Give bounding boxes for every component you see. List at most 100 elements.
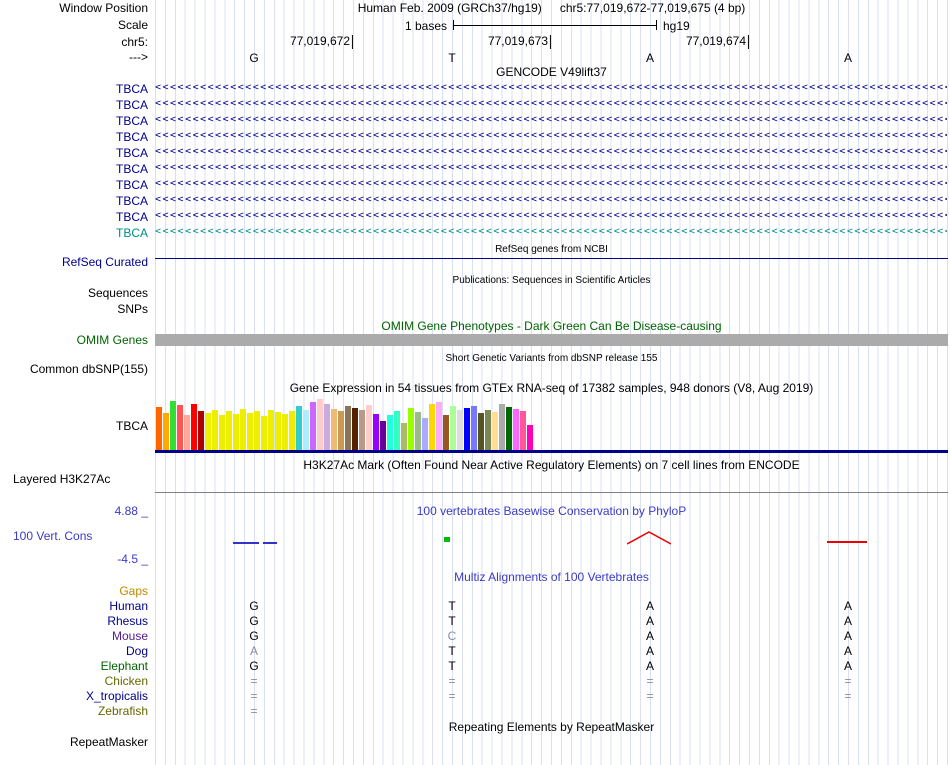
gtex-title[interactable]: Gene Expression in 54 tissues from GTEx … [155,382,948,395]
gtex-gene-label[interactable]: TBCA [0,420,152,433]
gtex-tissue-bar[interactable] [443,415,449,451]
h3k27ac-title[interactable]: H3K27Ac Mark (Often Found Near Active Re… [155,459,948,472]
gtex-tissue-bar[interactable] [506,407,512,451]
gtex-tissue-bar[interactable] [247,413,253,451]
gtex-tissue-bar[interactable] [282,414,288,451]
transcript-arrow-line[interactable]: <<<<<<<<<<<<<<<<<<<<<<<<<<<<<<<<<<<<<<<<… [155,80,947,96]
dbsnp-title[interactable]: Short Genetic Variants from dbSNP releas… [155,352,948,365]
gtex-tissue-bar[interactable] [338,411,344,451]
multiz-title[interactable]: Multiz Alignments of 100 Vertebrates [155,571,948,584]
gtex-tissue-bar[interactable] [471,406,477,451]
gtex-bar-chart[interactable] [156,399,949,451]
transcript-arrow-line[interactable]: <<<<<<<<<<<<<<<<<<<<<<<<<<<<<<<<<<<<<<<<… [155,160,947,176]
gencode-transcript-row[interactable]: TBCA <<<<<<<<<<<<<<<<<<<<<<<<<<<<<<<<<<<<… [0,128,950,144]
gtex-tissue-bar[interactable] [156,407,162,451]
gtex-tissue-bar[interactable] [380,421,386,451]
dbsnp-label[interactable]: Common dbSNP(155) [0,363,152,376]
species-label[interactable]: Human [0,600,152,613]
gtex-tissue-bar[interactable] [415,412,421,451]
omim-title[interactable]: OMIM Gene Phenotypes - Dark Green Can Be… [155,320,948,333]
gtex-tissue-bar[interactable] [317,399,323,451]
gencode-transcript-row[interactable]: TBCA <<<<<<<<<<<<<<<<<<<<<<<<<<<<<<<<<<<<… [0,176,950,192]
gencode-transcript-label[interactable]: TBCA [0,194,152,208]
gtex-tissue-bar[interactable] [170,401,176,451]
gtex-tissue-bar[interactable] [233,414,239,451]
transcript-arrow-line[interactable]: <<<<<<<<<<<<<<<<<<<<<<<<<<<<<<<<<<<<<<<<… [155,176,947,192]
species-label[interactable]: X_tropicalis [0,690,152,703]
sequences-label[interactable]: Sequences [0,287,152,300]
gtex-tissue-bar[interactable] [296,406,302,451]
gtex-tissue-bar[interactable] [436,402,442,451]
gencode-transcript-label[interactable]: TBCA [0,98,152,112]
gtex-tissue-bar[interactable] [240,409,246,451]
gencode-transcript-row[interactable]: TBCA <<<<<<<<<<<<<<<<<<<<<<<<<<<<<<<<<<<<… [0,144,950,160]
gencode-transcript-label[interactable]: TBCA [0,82,152,96]
gtex-tissue-bar[interactable] [352,408,358,451]
species-label[interactable]: Rhesus [0,615,152,628]
gencode-transcript-label[interactable]: TBCA [0,162,152,176]
species-label[interactable]: Zebrafish [0,705,152,718]
gencode-transcript-label[interactable]: TBCA [0,130,152,144]
gtex-tissue-bar[interactable] [520,411,526,451]
transcript-arrow-line[interactable]: <<<<<<<<<<<<<<<<<<<<<<<<<<<<<<<<<<<<<<<<… [155,224,947,240]
gencode-transcript-label[interactable]: TBCA [0,210,152,224]
gtex-tissue-bar[interactable] [457,410,463,451]
gtex-tissue-bar[interactable] [212,410,218,451]
transcript-arrow-line[interactable]: <<<<<<<<<<<<<<<<<<<<<<<<<<<<<<<<<<<<<<<<… [155,144,947,160]
gtex-tissue-bar[interactable] [387,415,393,451]
gtex-tissue-bar[interactable] [205,413,211,451]
species-label[interactable]: Elephant [0,660,152,673]
gtex-tissue-bar[interactable] [226,411,232,451]
gencode-transcript-row[interactable]: TBCA <<<<<<<<<<<<<<<<<<<<<<<<<<<<<<<<<<<<… [0,208,950,224]
cons-track-label[interactable]: 100 Vert. Cons [0,530,152,543]
transcript-arrow-line[interactable]: <<<<<<<<<<<<<<<<<<<<<<<<<<<<<<<<<<<<<<<<… [155,208,947,224]
gtex-tissue-bar[interactable] [219,415,225,451]
omim-genes-track[interactable] [155,334,948,346]
gtex-tissue-bar[interactable] [345,406,351,451]
gtex-tissue-bar[interactable] [289,411,295,451]
species-label[interactable]: Dog [0,645,152,658]
gtex-tissue-bar[interactable] [303,410,309,451]
snps-label[interactable]: SNPs [0,303,152,316]
gtex-tissue-bar[interactable] [177,405,183,451]
gtex-tissue-bar[interactable] [513,409,519,451]
transcript-arrow-line[interactable]: <<<<<<<<<<<<<<<<<<<<<<<<<<<<<<<<<<<<<<<<… [155,96,947,112]
gencode-transcript-row[interactable]: TBCA <<<<<<<<<<<<<<<<<<<<<<<<<<<<<<<<<<<<… [0,160,950,176]
refseq-curated-track[interactable] [155,258,948,259]
gtex-tissue-bar[interactable] [331,409,337,451]
phylop-title[interactable]: 100 vertebrates Basewise Conservation by… [155,505,948,518]
strand-direction-label[interactable]: ---> [0,51,152,64]
species-label[interactable]: Chicken [0,675,152,688]
gtex-tissue-bar[interactable] [464,408,470,451]
gencode-transcript-row[interactable]: TBCA <<<<<<<<<<<<<<<<<<<<<<<<<<<<<<<<<<<<… [0,96,950,112]
gtex-tissue-bar[interactable] [401,423,407,451]
gencode-transcript-label[interactable]: TBCA [0,114,152,128]
gencode-transcript-label[interactable]: TBCA [0,226,152,240]
gtex-tissue-bar[interactable] [394,411,400,451]
gtex-tissue-bar[interactable] [268,410,274,451]
gtex-tissue-bar[interactable] [261,416,267,451]
gtex-tissue-bar[interactable] [373,414,379,451]
gtex-tissue-bar[interactable] [359,410,365,451]
gtex-tissue-bar[interactable] [310,402,316,451]
gtex-tissue-bar[interactable] [324,404,330,451]
refseq-curated-label[interactable]: RefSeq Curated [0,256,152,269]
gtex-tissue-bar[interactable] [191,404,197,451]
gtex-tissue-bar[interactable] [254,411,260,451]
gtex-tissue-bar[interactable] [450,406,456,451]
publications-title[interactable]: Publications: Sequences in Scientific Ar… [155,274,948,287]
gtex-tissue-bar[interactable] [429,404,435,451]
gencode-transcript-label[interactable]: TBCA [0,178,152,192]
gtex-tissue-bar[interactable] [478,413,484,451]
gtex-tissue-bar[interactable] [163,413,169,451]
transcript-arrow-line[interactable]: <<<<<<<<<<<<<<<<<<<<<<<<<<<<<<<<<<<<<<<<… [155,192,947,208]
gencode-transcript-row[interactable]: TBCA <<<<<<<<<<<<<<<<<<<<<<<<<<<<<<<<<<<<… [0,80,950,96]
gtex-tissue-bar[interactable] [422,418,428,451]
transcript-arrow-line[interactable]: <<<<<<<<<<<<<<<<<<<<<<<<<<<<<<<<<<<<<<<<… [155,112,947,128]
gencode-transcript-row[interactable]: TBCA <<<<<<<<<<<<<<<<<<<<<<<<<<<<<<<<<<<<… [0,224,950,240]
omim-genes-label[interactable]: OMIM Genes [0,334,152,347]
repeatmasker-label[interactable]: RepeatMasker [0,736,152,749]
gencode-transcript-row[interactable]: TBCA <<<<<<<<<<<<<<<<<<<<<<<<<<<<<<<<<<<<… [0,112,950,128]
gtex-tissue-bar[interactable] [198,411,204,451]
gtex-tissue-bar[interactable] [408,408,414,451]
